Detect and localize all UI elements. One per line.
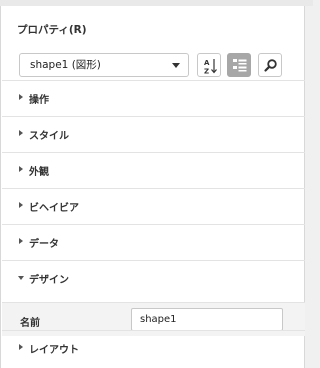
svg-text:Z: Z (204, 68, 209, 76)
section-label: デザイン (29, 275, 69, 286)
section-label: スタイル (29, 131, 69, 142)
section-label: データ (29, 239, 59, 250)
expand-arrow-icon (19, 94, 23, 100)
section-design[interactable]: デザイン (2, 260, 305, 296)
object-selector-dropdown[interactable]: shape1 (図形) (19, 53, 189, 77)
section-style[interactable]: スタイル (2, 116, 305, 152)
panel-title: プロパティ(R) (17, 24, 87, 36)
expand-arrow-icon (19, 344, 23, 350)
chevron-down-icon (172, 63, 180, 68)
section-label: 外観 (29, 167, 49, 178)
sort-alphabetical-button[interactable]: A Z (197, 53, 221, 77)
categorized-view-button[interactable] (227, 53, 251, 77)
expand-arrow-icon (19, 202, 23, 208)
name-field[interactable] (131, 308, 283, 331)
section-behavior[interactable]: ビヘイビア (2, 188, 305, 224)
object-selector-value: shape1 (図形) (30, 59, 101, 71)
expand-arrow-icon (19, 238, 23, 244)
section-label: 操作 (29, 95, 49, 106)
properties-panel: プロパティ(R) shape1 (図形) A Z 操作 スタイル 外観 ビヘイビ… (0, 6, 305, 368)
section-layout[interactable]: レイアウト (2, 330, 305, 366)
section-label: ビヘイビア (29, 203, 79, 214)
collapse-arrow-icon (18, 276, 24, 280)
section-label: レイアウト (29, 345, 79, 356)
property-label: 名前 (20, 318, 40, 329)
search-button[interactable] (258, 53, 282, 77)
expand-arrow-icon (19, 130, 23, 136)
section-operation[interactable]: 操作 (2, 80, 305, 116)
section-data[interactable]: データ (2, 224, 305, 260)
expand-arrow-icon (19, 166, 23, 172)
section-appearance[interactable]: 外観 (2, 152, 305, 188)
svg-text:A: A (204, 59, 210, 67)
